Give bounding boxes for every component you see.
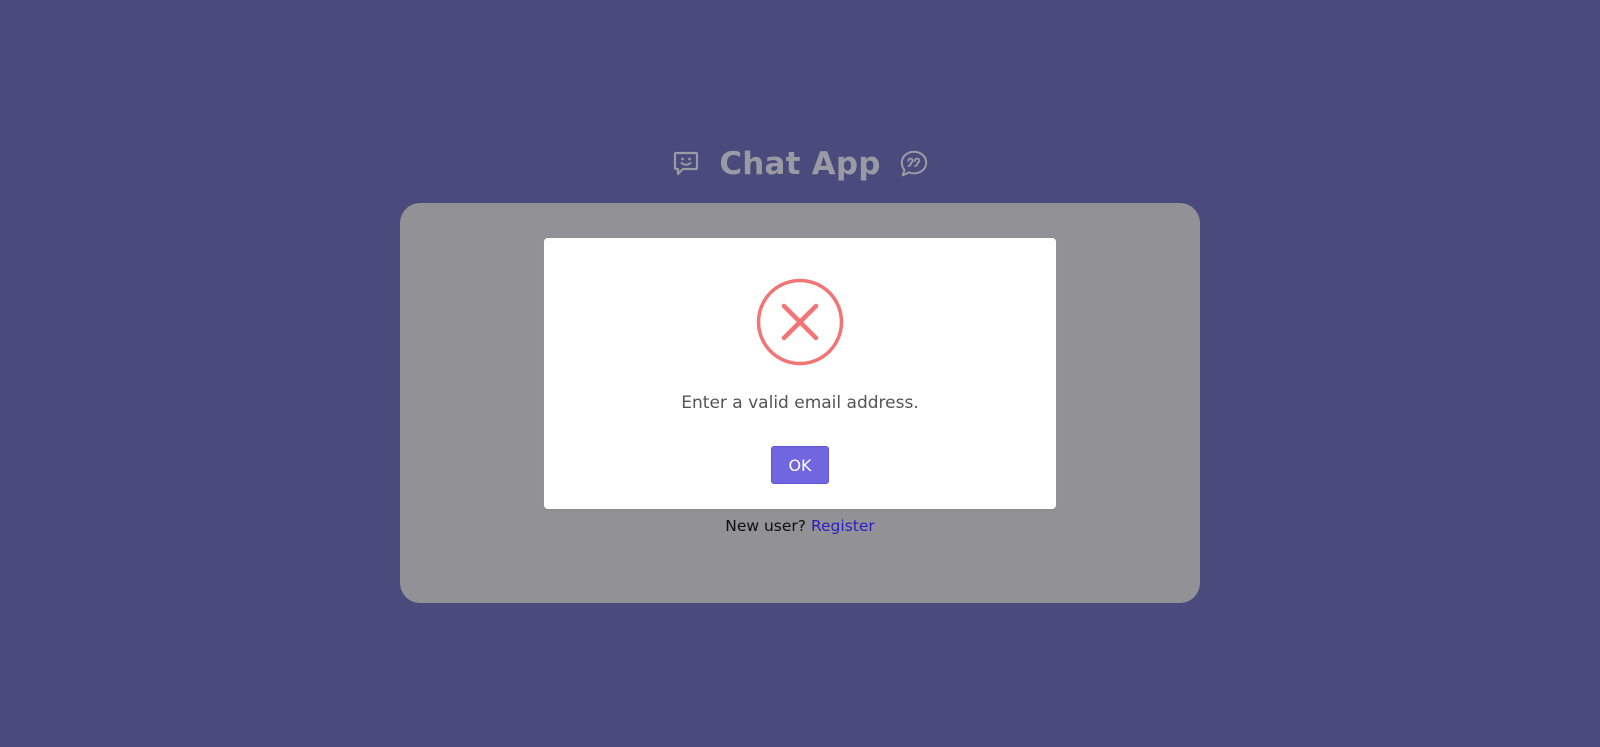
new-user-text: New user? bbox=[725, 517, 806, 535]
app-header: Chat App bbox=[0, 142, 1600, 186]
smile-chat-icon bbox=[671, 149, 701, 179]
error-x-icon bbox=[756, 278, 844, 366]
ok-button[interactable]: OK bbox=[771, 446, 829, 484]
quote-bubble-icon bbox=[899, 149, 929, 179]
app-title: Chat App bbox=[719, 146, 881, 182]
register-link[interactable]: Register bbox=[811, 517, 875, 535]
error-alert-dialog: Enter a valid email address. OK bbox=[544, 238, 1056, 509]
register-prompt: New user? Register bbox=[0, 517, 1600, 535]
alert-message: Enter a valid email address. bbox=[681, 393, 919, 413]
